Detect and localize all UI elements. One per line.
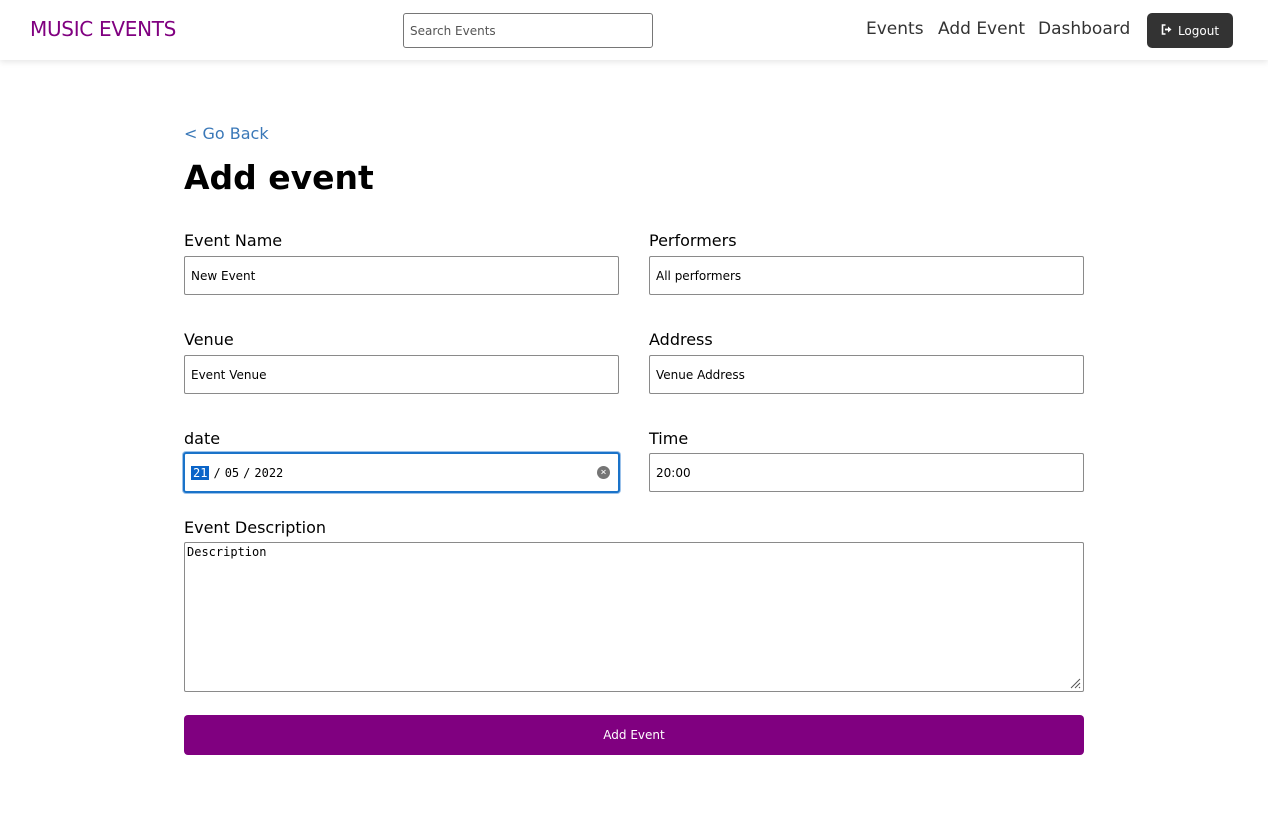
performers-label: Performers [649, 231, 737, 250]
event-name-label: Event Name [184, 231, 283, 250]
address-label: Address [649, 330, 713, 349]
description-value: Description [187, 545, 267, 559]
event-name-value: New Event [191, 268, 256, 283]
page-title: Add event [184, 158, 374, 197]
nav-link-add-event[interactable]: Add Event [938, 19, 1025, 39]
date-label: date [184, 429, 221, 448]
venue-label: Venue [184, 330, 234, 349]
date-year-segment[interactable]: 2022 [254, 466, 283, 480]
performers-value: All performers [656, 268, 742, 283]
performers-field[interactable]: All performers [649, 256, 1084, 295]
add-event-button[interactable]: Add Event [184, 715, 1084, 755]
sign-out-icon [1161, 24, 1173, 37]
venue-value: Event Venue [191, 367, 267, 382]
time-label: Time [649, 429, 689, 448]
description-textarea[interactable]: Description [184, 542, 1084, 692]
site-logo[interactable]: MUSIC EVENTS [30, 17, 176, 41]
event-name-field[interactable]: New Event [184, 256, 619, 295]
go-back-link[interactable]: < Go Back [184, 124, 269, 143]
address-field[interactable]: Venue Address [649, 355, 1084, 394]
clear-date-icon[interactable]: × [597, 466, 610, 479]
date-field[interactable]: 21 / 05 / 2022 × [183, 452, 620, 493]
date-separator: / [213, 465, 221, 480]
venue-field[interactable]: Event Venue [184, 355, 619, 394]
logout-label: Logout [1177, 23, 1220, 38]
date-month-segment[interactable]: 05 [225, 466, 239, 480]
time-value: 20:00 [656, 465, 691, 480]
search-input[interactable] [403, 13, 653, 48]
nav-link-events[interactable]: Events [866, 19, 924, 39]
top-navbar: MUSIC EVENTS Events Add Event Dashboard … [0, 0, 1268, 60]
logout-button[interactable]: Logout [1147, 13, 1233, 48]
nav-link-dashboard[interactable]: Dashboard [1038, 19, 1130, 39]
date-day-segment[interactable]: 21 [191, 465, 210, 480]
date-separator: / [243, 465, 251, 480]
description-label: Event Description [184, 518, 327, 537]
time-field[interactable]: 20:00 [649, 453, 1084, 492]
address-value: Venue Address [656, 367, 745, 382]
resize-handle-icon[interactable] [1069, 677, 1081, 689]
